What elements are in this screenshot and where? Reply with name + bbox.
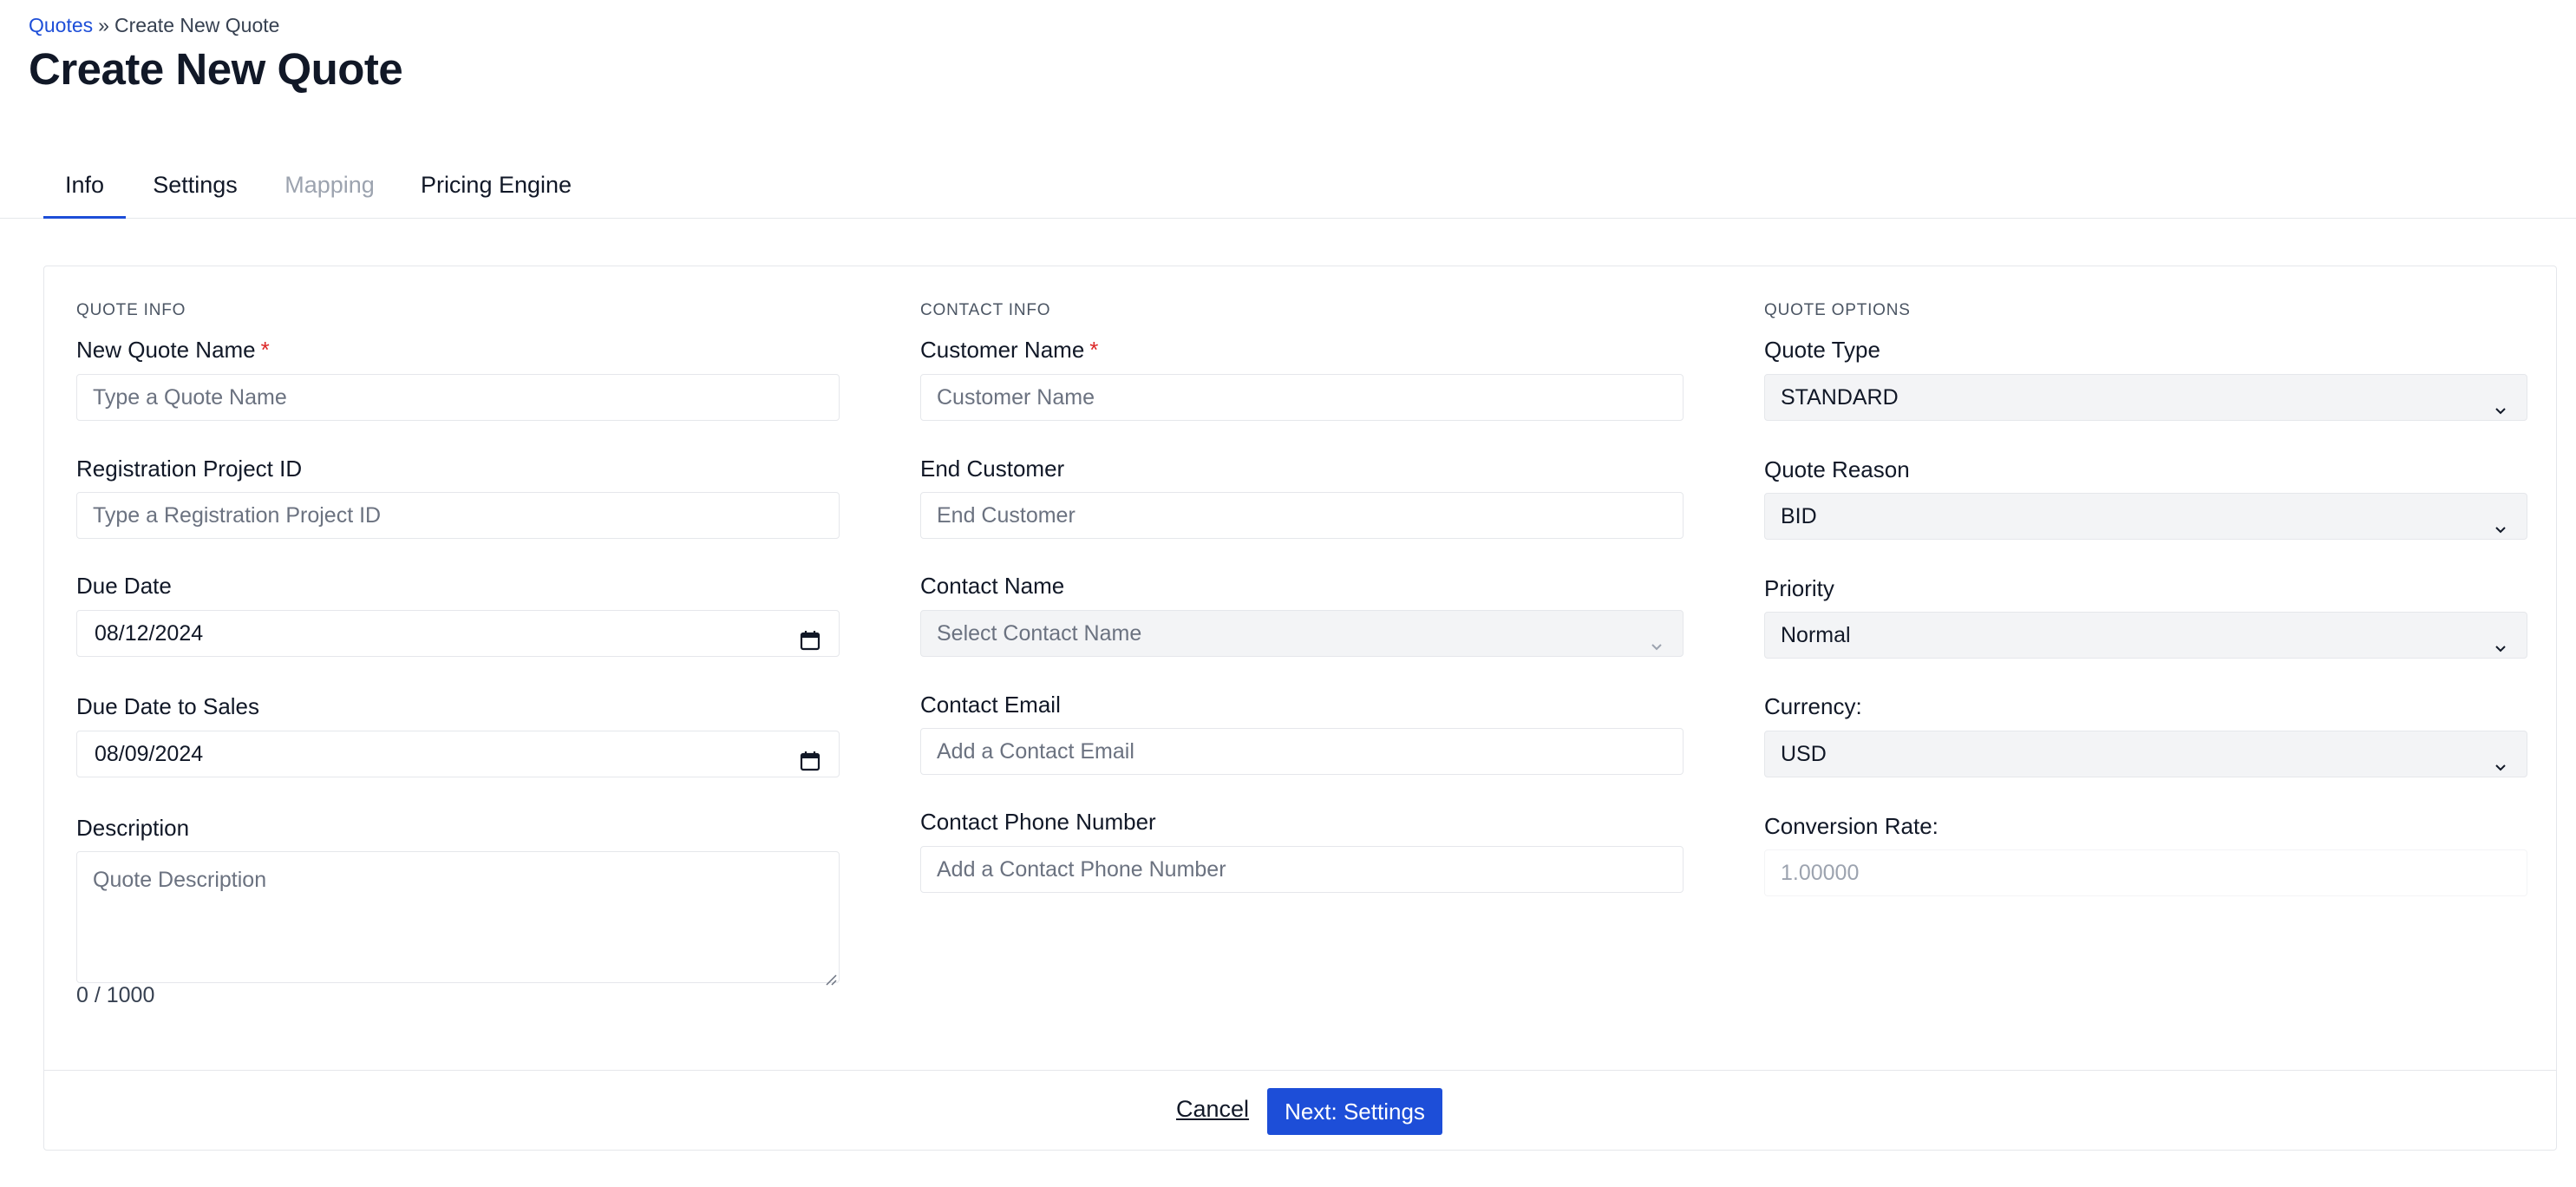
- quote-name-label: New Quote Name *: [76, 337, 270, 364]
- contact-phone-label: Contact Phone Number: [920, 809, 1156, 835]
- quote-type-value: STANDARD: [1781, 385, 1899, 410]
- calendar-icon[interactable]: [799, 622, 821, 651]
- tab-bar: Info Settings Mapping Pricing Engine: [0, 148, 2576, 219]
- chevron-down-icon: [2492, 390, 2509, 415]
- contact-phone-input[interactable]: [920, 846, 1684, 893]
- page-title: Create New Quote: [29, 44, 403, 94]
- breadcrumb-current: Create New Quote: [114, 14, 280, 36]
- contact-name-label: Contact Name: [920, 573, 1065, 599]
- create-quote-page: Quotes» Create New Quote Create New Quote…: [0, 0, 2576, 1187]
- customer-name-input[interactable]: [920, 374, 1684, 421]
- quote-form-card: QUOTE INFO New Quote Name* Registration …: [43, 266, 2557, 1151]
- quote-reason-label: Quote Reason: [1764, 456, 1910, 482]
- breadcrumb-separator: »: [98, 14, 109, 36]
- description-textarea[interactable]: Quote Description: [76, 851, 840, 986]
- tab-info[interactable]: Info: [43, 148, 126, 219]
- tab-mapping: Mapping: [284, 172, 375, 198]
- tab-settings[interactable]: Settings: [144, 148, 246, 219]
- next-settings-button[interactable]: Next: Settings: [1267, 1088, 1442, 1135]
- quote-type-label: Quote Type: [1764, 337, 1880, 363]
- cancel-button[interactable]: Cancel: [1176, 1096, 1249, 1123]
- customer-name-label-text: Customer Name: [920, 337, 1085, 363]
- contact-email-label: Contact Email: [920, 692, 1061, 718]
- due-date-input[interactable]: 08/12/2024: [76, 610, 840, 657]
- footer-divider: [44, 1070, 2556, 1071]
- due-date-sales-label: Due Date to Sales: [76, 693, 260, 719]
- quote-info-section-title: QUOTE INFO: [76, 301, 186, 319]
- due-date-sales-input[interactable]: 08/09/2024: [76, 731, 840, 777]
- priority-value: Normal: [1781, 623, 1851, 647]
- due-date-label: Due Date: [76, 573, 172, 599]
- breadcrumb: Quotes» Create New Quote: [29, 14, 279, 37]
- chevron-down-icon: [2492, 508, 2509, 534]
- currency-value: USD: [1781, 742, 1827, 766]
- calendar-icon[interactable]: [799, 743, 821, 771]
- currency-select[interactable]: USD: [1764, 731, 2527, 777]
- description-char-counter: 0 / 1000: [76, 983, 155, 1007]
- quote-options-section-title: QUOTE OPTIONS: [1764, 301, 1911, 319]
- required-marker: *: [260, 337, 270, 363]
- due-date-value: 08/12/2024: [95, 621, 204, 646]
- quote-name-input[interactable]: [76, 374, 840, 421]
- end-customer-label: End Customer: [920, 456, 1065, 482]
- priority-select[interactable]: Normal: [1764, 612, 2527, 659]
- quote-reason-value: BID: [1781, 504, 1817, 528]
- required-marker: *: [1089, 337, 1099, 363]
- quote-name-label-text: New Quote Name: [76, 337, 256, 363]
- registration-id-input[interactable]: [76, 492, 840, 539]
- contact-info-section-title: CONTACT INFO: [920, 301, 1051, 319]
- tab-pricing-engine[interactable]: Pricing Engine: [413, 148, 579, 219]
- chevron-down-icon: [1648, 626, 1665, 651]
- breadcrumb-quotes-link[interactable]: Quotes: [29, 14, 93, 36]
- contact-name-select[interactable]: Select Contact Name: [920, 610, 1684, 657]
- contact-name-placeholder: Select Contact Name: [937, 621, 1142, 646]
- conversion-rate-field: 1.00000: [1764, 849, 2527, 896]
- resize-handle-icon[interactable]: [823, 967, 837, 986]
- description-placeholder: Quote Description: [93, 868, 267, 892]
- end-customer-input[interactable]: [920, 492, 1684, 539]
- quote-type-select[interactable]: STANDARD: [1764, 374, 2527, 421]
- quote-reason-select[interactable]: BID: [1764, 493, 2527, 540]
- customer-name-label: Customer Name *: [920, 337, 1098, 364]
- priority-label: Priority: [1764, 575, 1834, 601]
- conversion-rate-label: Conversion Rate:: [1764, 813, 1939, 839]
- description-label: Description: [76, 815, 190, 841]
- registration-id-label: Registration Project ID: [76, 456, 303, 482]
- chevron-down-icon: [2492, 746, 2509, 771]
- due-date-sales-value: 08/09/2024: [95, 742, 204, 766]
- contact-email-input[interactable]: [920, 728, 1684, 775]
- currency-label: Currency:: [1764, 693, 1862, 719]
- chevron-down-icon: [2492, 627, 2509, 653]
